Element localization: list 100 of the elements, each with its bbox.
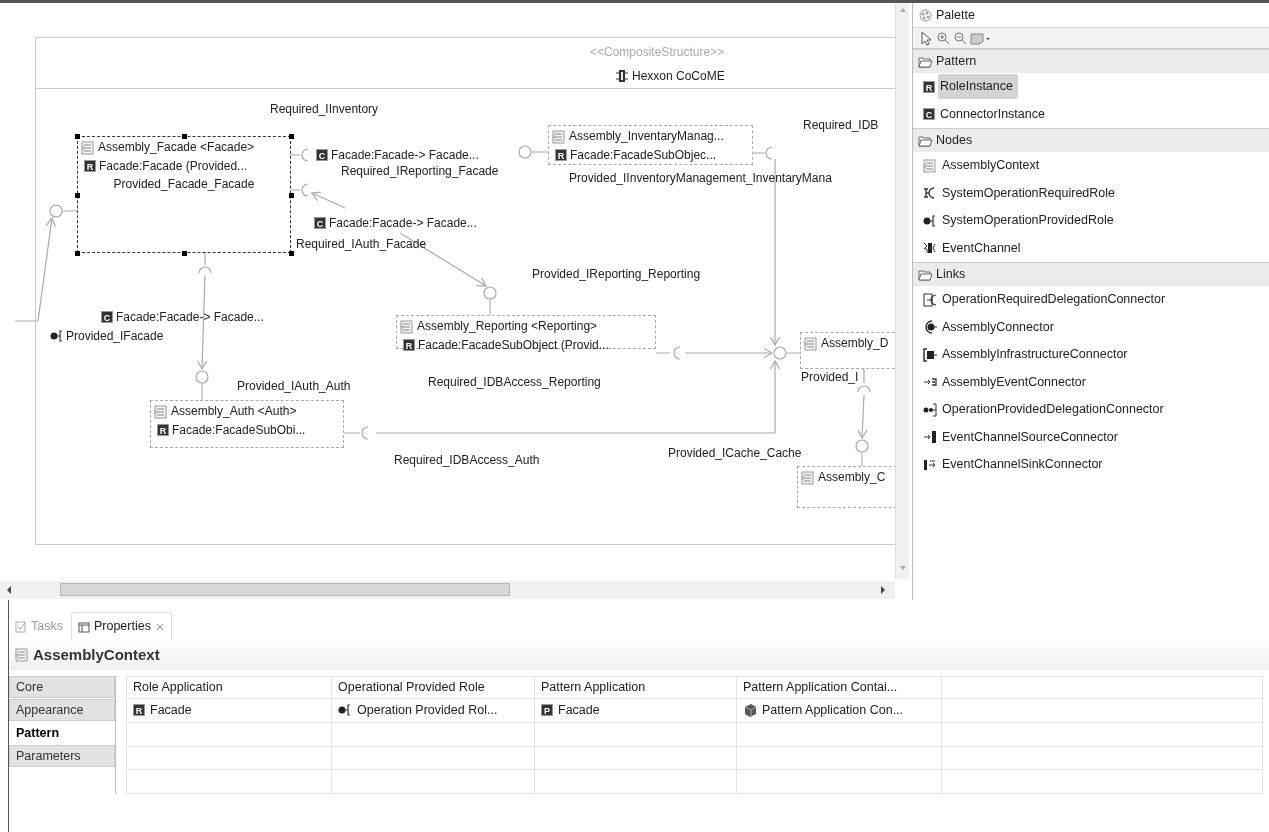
properties-title: AssemblyContext	[33, 644, 160, 665]
interface-label: Provided_IInventoryManagement_InventaryMana	[569, 171, 832, 185]
palette-item[interactable]: RoleInstance	[938, 74, 1018, 100]
checklist-icon	[15, 620, 27, 633]
selection-handle[interactable]	[182, 134, 187, 139]
table-cell-text: Facade	[558, 702, 600, 719]
interface-label: Required_IDBAccess_Auth	[394, 453, 540, 467]
interface-label: Provided_ICache_Cache	[668, 446, 802, 460]
palette-item[interactable]: EventChannel	[940, 235, 1026, 261]
component-name: Assembly_Reporting <Reporting>	[417, 318, 598, 335]
palette-item[interactable]: AssemblyConnector	[940, 314, 1059, 340]
view-tab[interactable]: Properties	[70, 612, 172, 640]
palette-item[interactable]: ConnectorInstance	[938, 101, 1050, 127]
zoom-out-icon[interactable]	[953, 30, 968, 46]
required-interface-icon	[343, 426, 369, 440]
required-interface-icon	[857, 368, 871, 393]
package-icon	[743, 703, 757, 718]
component-box[interactable]: Assembly_D	[800, 332, 895, 369]
zoom-in-icon[interactable]	[936, 30, 951, 46]
assembly-context-icon	[154, 404, 168, 419]
role-label: Facade:FacadeSubObjec...	[570, 147, 717, 164]
palette-item[interactable]: OperationProvidedDelegationConnector	[940, 397, 1169, 423]
assembly-context-icon	[552, 129, 566, 144]
badge-icon: R	[157, 424, 169, 436]
palette-item[interactable]: SystemOperationProvidedRole	[940, 208, 1119, 234]
scroll-right-icon[interactable]	[878, 584, 888, 596]
provided-interface-icon	[49, 204, 78, 218]
palette-group[interactable]: Nodes	[936, 131, 973, 150]
assembly-context-icon	[15, 648, 29, 662]
section-tab[interactable]: Core	[9, 676, 115, 698]
component-box[interactable]: Assembly_InventaryManag... R Facade:FacadeSubObjec...	[548, 125, 753, 165]
required-role-icon	[923, 186, 937, 201]
provided-role-icon	[50, 329, 64, 343]
assembly-connector-icon	[923, 320, 937, 335]
folder-icon	[918, 267, 933, 282]
interface-label: Provided_IAuth_Auth	[237, 379, 351, 393]
component-box[interactable]: Assembly_Facade <Facade> R Facade:Facade (Provided... Provided_Facade_Facade	[77, 136, 291, 253]
provided-interface-icon	[483, 286, 497, 316]
required-interface-icon	[290, 148, 309, 162]
assembly-context-icon	[801, 470, 815, 485]
table-cell-text: Operation Provided Rol...	[357, 702, 498, 719]
vertical-scrollbar[interactable]	[895, 3, 909, 579]
selection-handle[interactable]	[75, 251, 80, 256]
selection-handle[interactable]	[289, 134, 294, 139]
palette-item[interactable]: OperationRequiredDelegationConnector	[940, 287, 1171, 313]
selection-handle[interactable]	[75, 192, 80, 198]
palette-icon	[919, 8, 932, 22]
role-label: Facade:Facade (Provided...	[99, 158, 248, 175]
badge-icon: R	[555, 149, 567, 161]
close-icon[interactable]	[154, 621, 165, 632]
column-header: Pattern Application	[534, 676, 737, 699]
selection-handle[interactable]	[182, 251, 187, 256]
component-name: Assembly_Facade <Facade>	[98, 139, 255, 156]
required-interface-icon	[752, 146, 773, 160]
folder-icon	[918, 133, 933, 148]
palette-group[interactable]: Pattern	[936, 52, 977, 71]
provided-interface-icon	[773, 346, 801, 360]
port-label: Provided_IFacade	[66, 329, 164, 343]
infrastructure-connector-icon	[923, 347, 937, 362]
select-tool-icon[interactable]	[919, 30, 934, 46]
interface-label: Provided_IReporting_Reporting	[532, 267, 701, 281]
folder-icon	[918, 54, 933, 69]
assembly-context-icon	[400, 319, 414, 334]
component-name: Assembly_InventaryManag...	[569, 128, 724, 145]
note-icon[interactable]	[970, 30, 992, 46]
palette-group[interactable]: Links	[936, 265, 966, 284]
provided-interface-icon	[855, 439, 869, 467]
system-icon	[615, 69, 629, 83]
palette-item[interactable]: AssemblyEventConnector	[940, 369, 1091, 395]
badge-icon: C	[923, 108, 935, 121]
badge-icon: R	[133, 704, 145, 717]
badge-icon: R	[403, 339, 415, 351]
horizontal-scrollbar[interactable]	[0, 581, 895, 599]
component-box[interactable]: Assembly_C	[797, 466, 895, 508]
interface-label: Required_IAuth_Facade	[296, 237, 427, 251]
interface-label: Required_IDB	[803, 118, 879, 132]
required-interface-icon	[655, 346, 681, 360]
selection-handle[interactable]	[289, 251, 294, 256]
stereotype-label: <<CompositeStructure>>	[590, 45, 725, 59]
assembly-context-icon	[804, 336, 818, 351]
component-box[interactable]: Assembly_Auth <Auth> R Facade:FacadeSubObi...	[150, 400, 344, 448]
provided-interface-icon	[195, 370, 209, 401]
interface-label: Provided_I	[801, 370, 859, 384]
interface-label: Required_IDBAccess_Reporting	[428, 375, 601, 389]
interface-label: Required_IReporting_Facade	[341, 164, 499, 178]
selection-handle[interactable]	[75, 134, 80, 139]
palette-item[interactable]: EventChannelSinkConnector	[940, 452, 1108, 478]
badge-icon: R	[923, 80, 935, 93]
palette-item[interactable]: AssemblyInfrastructureConnector	[940, 342, 1133, 368]
system-name: Hexxon CoCoME	[632, 69, 725, 83]
palette-title: Palette	[936, 6, 975, 24]
palette-item[interactable]: EventChannelSourceConnector	[940, 424, 1123, 450]
event-channel-icon	[923, 241, 937, 256]
selection-handle[interactable]	[289, 192, 294, 198]
section-tab[interactable]: Appearance	[9, 699, 115, 721]
port-label: Provided_Facade_Facade	[113, 177, 255, 191]
palette-item[interactable]: AssemblyContext	[940, 153, 1045, 179]
role-label: Facade:FacadeSubObi...	[172, 422, 306, 439]
section-tab[interactable]: Parameters	[9, 745, 115, 767]
palette-item[interactable]: SystemOperationRequiredRole	[940, 180, 1120, 206]
